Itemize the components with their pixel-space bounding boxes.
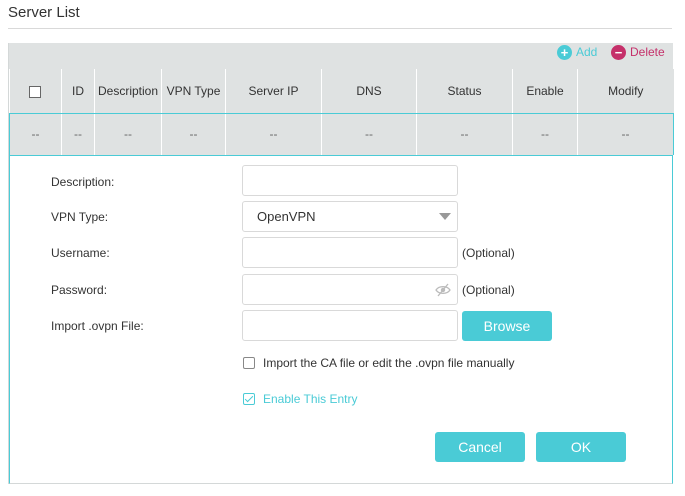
plus-circle-icon: + (557, 44, 572, 60)
cell-select: -- (9, 113, 62, 155)
username-optional-hint: (Optional) (462, 246, 515, 260)
cell-vpn-type: -- (161, 113, 226, 155)
cell-dns: -- (321, 113, 417, 155)
cell-modify: -- (577, 113, 674, 155)
col-status: Status (416, 69, 513, 114)
col-server-ip: Server IP (225, 69, 322, 114)
add-label: Add (576, 45, 598, 59)
eye-off-icon[interactable] (435, 282, 451, 298)
select-all-cell (9, 69, 62, 114)
description-input[interactable] (242, 165, 458, 196)
password-input[interactable] (242, 274, 458, 305)
username-label: Username: (51, 246, 110, 260)
enable-entry-option[interactable]: Enable This Entry (243, 392, 358, 406)
enable-entry-label: Enable This Entry (263, 392, 358, 406)
col-enable: Enable (512, 69, 578, 114)
cell-status: -- (416, 113, 513, 155)
col-dns: DNS (321, 69, 417, 114)
browse-button[interactable]: Browse (462, 311, 552, 341)
cell-id: -- (61, 113, 95, 155)
password-optional-hint: (Optional) (462, 283, 515, 297)
description-label: Description: (51, 175, 115, 189)
chevron-down-icon (439, 213, 451, 220)
cell-enable: -- (512, 113, 578, 155)
table-toolbar: + Add − Delete (9, 43, 673, 69)
vpn-type-select[interactable]: OpenVPN (242, 201, 458, 232)
server-table: ID Description VPN Type Server IP DNS St… (9, 69, 674, 155)
col-description: Description (94, 69, 162, 114)
col-modify: Modify (577, 69, 674, 114)
add-button[interactable]: + Add (557, 43, 597, 61)
vpn-type-label: VPN Type: (51, 210, 109, 224)
table-header-row: ID Description VPN Type Server IP DNS St… (9, 69, 674, 114)
cancel-button[interactable]: Cancel (435, 432, 525, 462)
minus-circle-icon: − (611, 44, 626, 60)
select-all-checkbox[interactable] (29, 85, 42, 98)
vpn-type-value: OpenVPN (257, 209, 316, 224)
delete-button[interactable]: − Delete (611, 43, 665, 61)
import-ca-label: Import the CA file or edit the .ovpn fil… (263, 356, 515, 370)
section-title: Server List (8, 4, 80, 21)
col-id: ID (61, 69, 95, 114)
enable-entry-checkbox[interactable] (243, 393, 255, 405)
username-input[interactable] (242, 237, 458, 268)
import-ovpn-label: Import .ovpn File: (51, 319, 144, 333)
import-ovpn-input[interactable] (242, 310, 458, 341)
col-vpn-type: VPN Type (161, 69, 226, 114)
table-row[interactable]: -- -- -- -- -- -- -- -- -- (9, 113, 674, 155)
server-edit-form: Description: VPN Type: OpenVPN Username:… (9, 155, 673, 484)
cell-description: -- (94, 113, 162, 155)
password-label: Password: (51, 283, 108, 297)
delete-label: Delete (630, 45, 665, 59)
title-divider (8, 28, 672, 29)
import-ca-option[interactable]: Import the CA file or edit the .ovpn fil… (243, 356, 514, 370)
ok-button[interactable]: OK (536, 432, 626, 462)
import-ca-checkbox[interactable] (243, 357, 255, 369)
cell-server-ip: -- (225, 113, 322, 155)
server-list-panel: + Add − Delete ID Description VPN Type S… (8, 43, 674, 484)
